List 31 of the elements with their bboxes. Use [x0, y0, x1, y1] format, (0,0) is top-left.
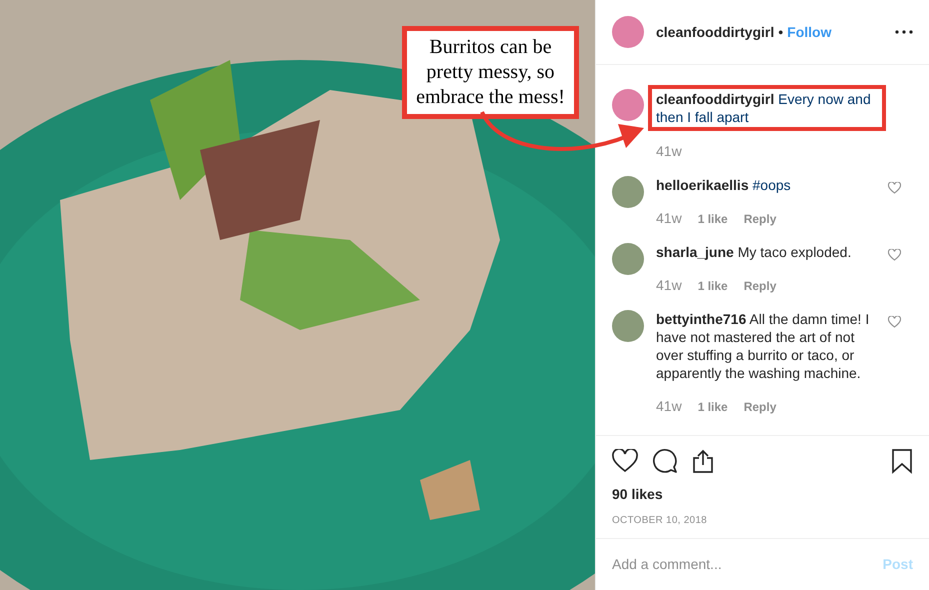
heart-icon[interactable]	[612, 449, 638, 473]
avatar[interactable]	[612, 176, 644, 208]
username-link[interactable]: cleanfooddirtygirl	[656, 22, 774, 42]
more-options-icon[interactable]	[895, 30, 913, 34]
avatar[interactable]	[612, 310, 644, 342]
comment-text: cleanfooddirtygirl Every now and then I fall apart	[648, 85, 886, 131]
avatar[interactable]	[612, 16, 644, 48]
comment-text: bettyinthe716 All the damn time! I have not mastered the art of not over stuffing a burrito or taco, or apparently the washing machine.	[656, 310, 870, 382]
like-count[interactable]: 1 like	[698, 396, 728, 417]
share-icon[interactable]	[692, 449, 714, 473]
reply-button[interactable]: Reply	[744, 396, 776, 417]
bookmark-icon[interactable]	[891, 448, 913, 474]
callout-text: Burritos can be pretty messy, so embrace the mess!	[402, 26, 579, 119]
comment-input-field[interactable]: Add a comment...	[612, 554, 883, 575]
reply-button[interactable]: Reply	[744, 208, 776, 229]
comment-text: helloerikaellis #oops	[656, 176, 792, 194]
comment-age: 41w	[656, 276, 682, 295]
like-count[interactable]: 1 like	[698, 275, 728, 296]
like-count[interactable]: 1 like	[698, 208, 728, 229]
separator-dot: •	[778, 22, 784, 42]
likes-count[interactable]: 90 likes	[612, 484, 913, 505]
comment-icon[interactable]	[652, 448, 678, 474]
follow-button[interactable]: Follow	[787, 22, 832, 42]
comment-age: 41w	[656, 397, 682, 416]
comment-age: 41w	[656, 209, 682, 228]
comment-text: sharla_june My taco exploded.	[656, 243, 852, 261]
avatar[interactable]	[612, 89, 644, 121]
comment-age: 41w	[656, 142, 682, 161]
reply-button[interactable]: Reply	[744, 275, 776, 296]
avatar[interactable]	[612, 243, 644, 275]
post-date: OCTOBER 10, 2018	[612, 514, 708, 528]
